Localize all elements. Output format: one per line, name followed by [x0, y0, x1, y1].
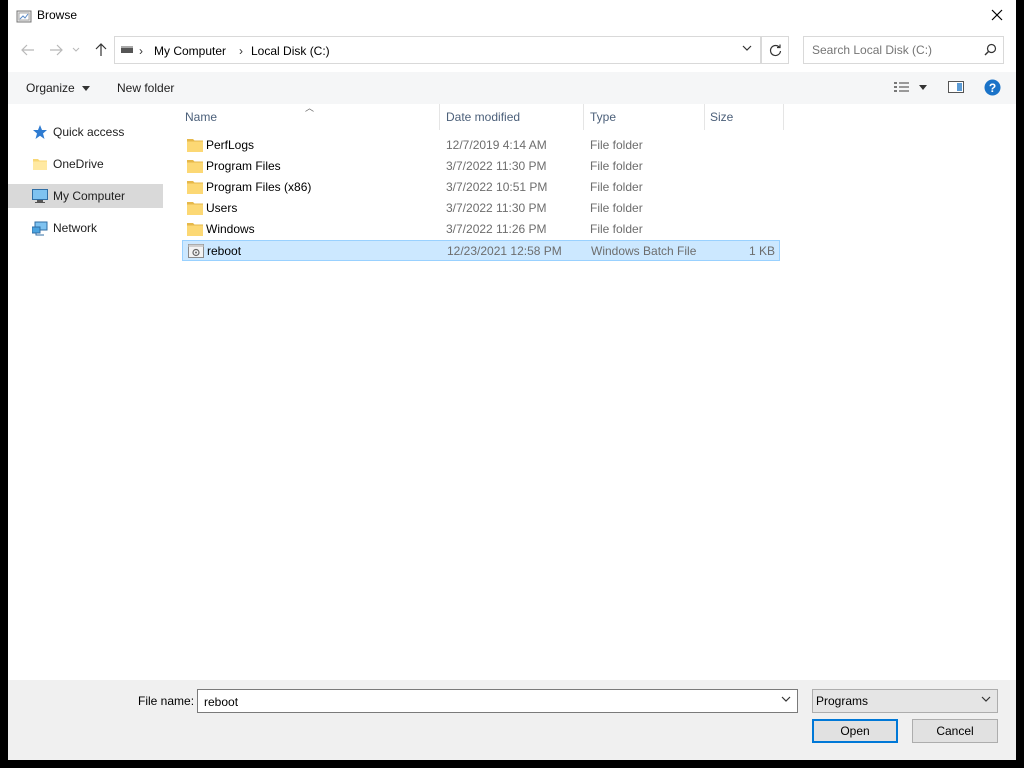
column-header-date-modified[interactable]: Date modified: [446, 110, 520, 136]
browse-app-icon: [16, 10, 32, 23]
batch-file-icon: [188, 244, 204, 258]
search-box[interactable]: [803, 36, 1004, 64]
folder-icon: [187, 223, 203, 236]
nav-label: OneDrive: [53, 157, 104, 171]
file-name: reboot: [207, 244, 242, 258]
arrow-left-icon: [21, 44, 34, 56]
file-date: 3/7/2022 11:26 PM: [446, 222, 547, 236]
arrow-up-icon: [95, 43, 107, 56]
preview-pane-icon[interactable]: [948, 80, 964, 94]
file-row-selected[interactable]: reboot 12/23/2021 12:58 PM Windows Batch…: [182, 240, 780, 261]
file-date: 3/7/2022 11:30 PM: [446, 159, 547, 173]
breadcrumb-separator: ›: [139, 44, 143, 58]
file-type-select[interactable]: Programs: [812, 689, 998, 713]
organize-label: Organize: [26, 81, 75, 95]
file-type: File folder: [590, 222, 643, 236]
view-options-icon[interactable]: [894, 80, 910, 94]
refresh-button[interactable]: [761, 36, 789, 64]
arrow-right-icon: [50, 44, 63, 56]
file-size: 1 KB: [748, 244, 775, 258]
folder-icon: [33, 159, 47, 170]
file-date: 12/7/2019 4:14 AM: [446, 138, 547, 152]
column-header-type[interactable]: Type: [590, 110, 616, 136]
file-row[interactable]: PerfLogs 12/7/2019 4:14 AM File folder: [182, 135, 780, 156]
file-date: 12/23/2021 12:58 PM: [447, 244, 562, 258]
bottom-panel: File name: Programs Open Cancel: [8, 680, 1016, 760]
breadcrumb-separator: ›: [239, 44, 243, 58]
cancel-button[interactable]: Cancel: [912, 719, 998, 743]
navigation-pane: Quick access OneDrive My Computer Networ…: [8, 104, 163, 680]
file-type-value: Programs: [816, 694, 869, 708]
folder-icon: [187, 139, 203, 152]
file-name: Users: [206, 201, 238, 215]
title-bar: Browse: [8, 0, 1016, 31]
column-header-size[interactable]: Size: [710, 110, 733, 136]
file-row[interactable]: Users 3/7/2022 11:30 PM File folder: [182, 198, 780, 219]
organize-menu[interactable]: Organize: [26, 81, 91, 95]
column-divider[interactable]: [439, 104, 440, 130]
sort-ascending-icon: ︿: [305, 103, 315, 113]
window-title: Browse: [37, 8, 78, 22]
folder-icon: [187, 181, 203, 194]
refresh-icon: [769, 44, 781, 56]
file-row[interactable]: Program Files 3/7/2022 11:30 PM File fol…: [182, 156, 780, 177]
chevron-down-icon: [82, 86, 91, 92]
column-divider[interactable]: [704, 104, 705, 130]
browse-dialog: Browse › My Computer › Local Disk (C:) S…: [8, 0, 1016, 760]
view-dropdown-icon[interactable]: [919, 85, 927, 90]
column-divider[interactable]: [783, 104, 784, 130]
chevron-down-icon: [981, 696, 991, 702]
network-icon: [32, 221, 48, 236]
file-date: 3/7/2022 11:30 PM: [446, 201, 547, 215]
file-type: File folder: [590, 159, 643, 173]
file-type: File folder: [590, 180, 643, 194]
search-icon: [984, 43, 997, 56]
address-dropdown-icon[interactable]: [742, 45, 752, 52]
drive-icon: [121, 46, 133, 53]
chevron-down-icon: [72, 47, 80, 52]
file-date: 3/7/2022 10:51 PM: [446, 180, 548, 194]
close-icon: [991, 9, 1003, 21]
svg-text:?: ?: [989, 81, 996, 95]
nav-label: Quick access: [53, 125, 125, 139]
search-input[interactable]: [810, 42, 974, 58]
file-row[interactable]: Windows 3/7/2022 11:26 PM File folder: [182, 219, 780, 240]
new-folder-button[interactable]: New folder: [117, 81, 174, 95]
folder-icon: [187, 202, 203, 215]
file-name: Windows: [206, 222, 255, 236]
file-type: File folder: [590, 138, 643, 152]
nav-item-quick-access[interactable]: Quick access: [8, 120, 163, 144]
file-name-label: File name:: [138, 694, 195, 708]
file-type: File folder: [590, 201, 643, 215]
back-button[interactable]: [18, 40, 38, 60]
file-name: Program Files: [206, 159, 281, 173]
nav-item-my-computer[interactable]: My Computer: [8, 184, 163, 208]
file-name-input[interactable]: [202, 694, 766, 710]
breadcrumb-local-disk[interactable]: Local Disk (C:): [251, 44, 330, 58]
file-name-combobox[interactable]: [197, 689, 798, 713]
file-row[interactable]: Program Files (x86) 3/7/2022 10:51 PM Fi…: [182, 177, 780, 198]
close-button[interactable]: [982, 0, 1012, 30]
chevron-down-icon[interactable]: [781, 696, 791, 703]
folder-icon: [187, 160, 203, 173]
file-name: Program Files (x86): [206, 180, 312, 194]
address-bar[interactable]: › My Computer › Local Disk (C:): [114, 36, 761, 64]
nav-label: Network: [53, 221, 98, 235]
open-button[interactable]: Open: [812, 719, 898, 743]
file-type: Windows Batch File: [591, 244, 697, 258]
up-button[interactable]: [91, 40, 111, 60]
file-name: PerfLogs: [206, 138, 255, 152]
column-divider[interactable]: [583, 104, 584, 130]
recent-locations-button[interactable]: [70, 40, 82, 60]
star-icon: [33, 125, 47, 139]
nav-item-onedrive[interactable]: OneDrive: [8, 152, 163, 176]
computer-icon: [32, 189, 48, 203]
forward-button[interactable]: [46, 40, 66, 60]
nav-label: My Computer: [53, 189, 126, 203]
breadcrumb-my-computer[interactable]: My Computer: [154, 44, 226, 58]
column-header-name[interactable]: Name: [185, 110, 217, 136]
nav-item-network[interactable]: Network: [8, 216, 163, 240]
help-icon[interactable]: ?: [984, 79, 1001, 96]
command-bar: Organize New folder ?: [8, 72, 1016, 104]
